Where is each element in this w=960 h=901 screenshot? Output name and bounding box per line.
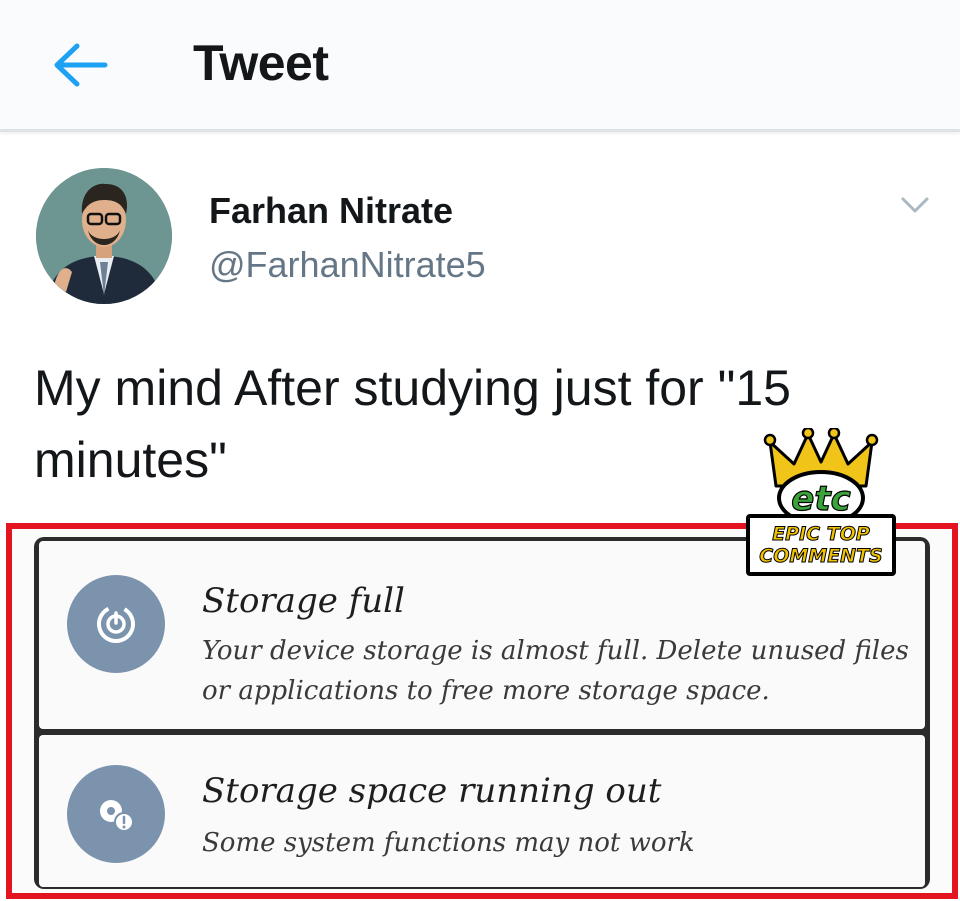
storage-icon — [67, 575, 165, 673]
notification-card: Storage space running out Some system fu… — [39, 735, 925, 887]
author-handle[interactable]: @FarhanNitrate5 — [209, 244, 486, 286]
notification-body: Your device storage is almost full. Dele… — [202, 636, 909, 706]
logo-text: etc — [791, 479, 850, 519]
tweet-image[interactable]: Storage full Your device storage is almo… — [6, 523, 958, 899]
author-name[interactable]: Farhan Nitrate — [209, 190, 453, 232]
top-bar: Tweet — [0, 0, 960, 132]
notification-body: Some system functions may not work — [202, 828, 695, 858]
watermark-label: EPIC TOP COMMENTS — [746, 514, 896, 576]
page-title: Tweet — [193, 35, 329, 91]
watermark-line-2: COMMENTS — [759, 545, 883, 568]
crown-icon: etc — [763, 428, 879, 526]
back-button[interactable] — [40, 30, 120, 100]
avatar-image — [36, 168, 172, 304]
watermark-logo: etc EPIC TOP COMMENTS — [746, 428, 896, 576]
chevron-down-icon — [901, 197, 929, 213]
notification-title: Storage full — [202, 581, 405, 621]
notification-title: Storage space running out — [202, 771, 662, 811]
watermark-line-1: EPIC TOP — [772, 523, 871, 546]
arrow-left-icon — [54, 43, 108, 87]
avatar[interactable] — [36, 168, 172, 304]
screenshot-image: Storage full Your device storage is almo… — [34, 537, 930, 889]
storage-warning-icon — [67, 765, 165, 863]
tweet-menu-button[interactable] — [892, 188, 938, 222]
